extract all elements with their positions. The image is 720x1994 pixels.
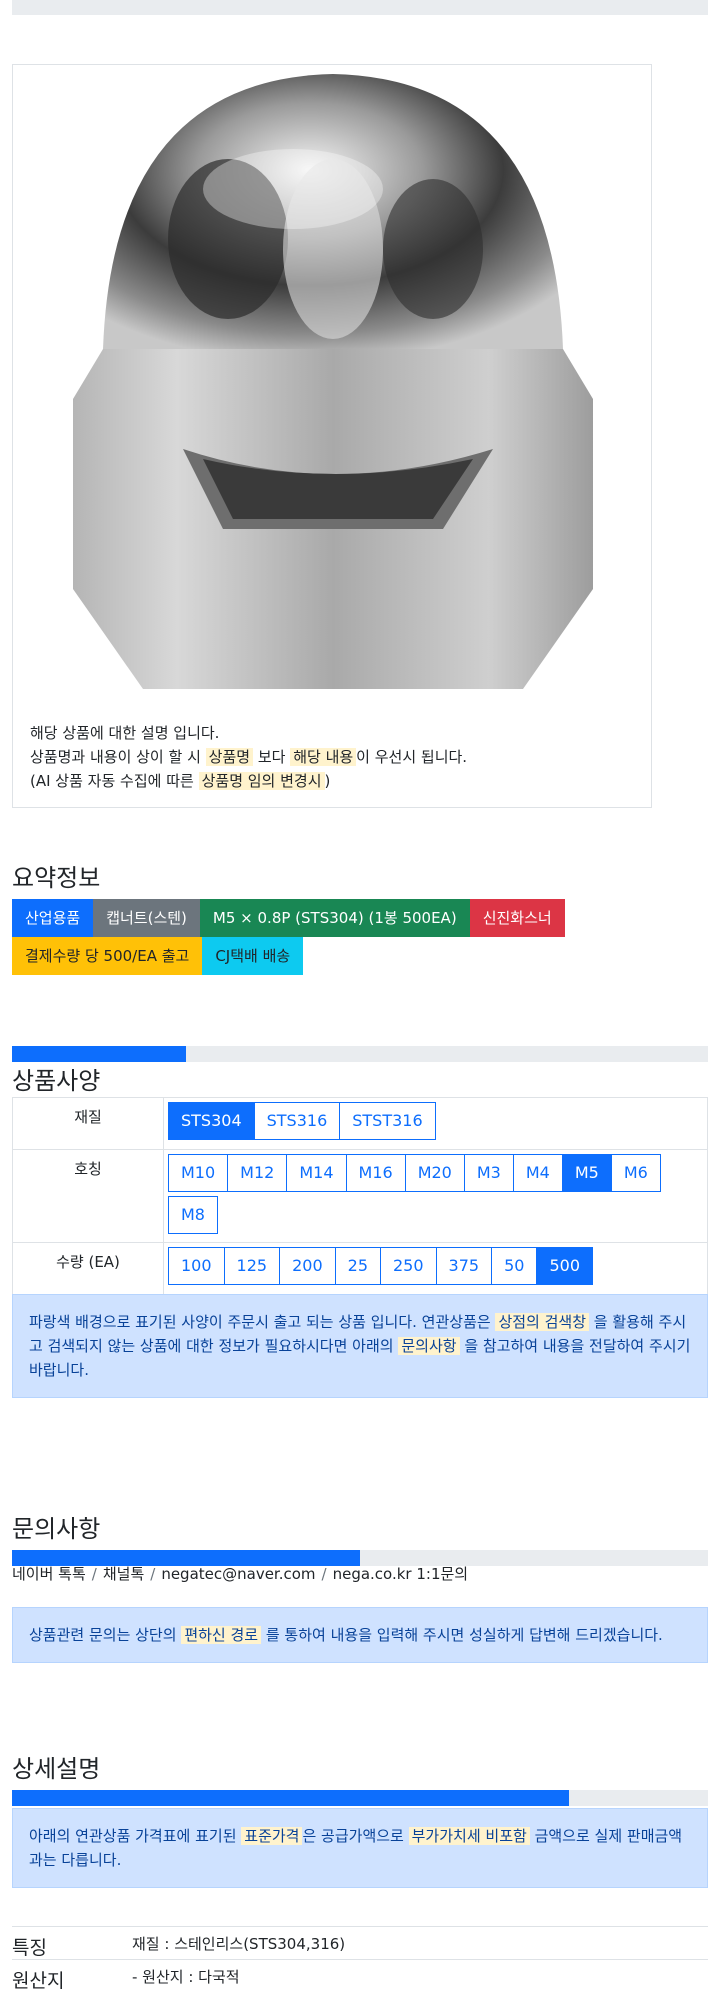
inquiry-notice-text: 상품관련 문의는 상단의 bbox=[29, 1626, 182, 1644]
feature-row: 원산지 - 원산지 : 다국적 bbox=[12, 1959, 708, 1992]
spec-options-size: M10 M12 M14 M16 M20 M3 M4 M5 M6 M8 bbox=[163, 1149, 708, 1243]
option-m20[interactable]: M20 bbox=[404, 1154, 465, 1192]
option-m3[interactable]: M3 bbox=[463, 1154, 514, 1192]
desc-line-3-text: (AI 상품 자동 수집에 따른 bbox=[30, 772, 199, 790]
desc-highlight-name-change: 상품명 임의 변경시 bbox=[198, 772, 325, 790]
breadcrumb-separator: / bbox=[91, 1565, 97, 1583]
option-qty-250[interactable]: 250 bbox=[380, 1247, 437, 1285]
feature-value: 재질 : 스테인리스(STS304,316) bbox=[132, 1935, 346, 1953]
badge-subcategory: 캡너트(스텐) bbox=[93, 899, 200, 937]
detail-heading: 상세설명 bbox=[12, 1755, 101, 1783]
contact-email[interactable]: negatec@naver.com bbox=[161, 1565, 315, 1583]
spec-notice: 파랑색 배경으로 표기된 사양이 주문시 출고 되는 상품 입니다. 연관상품은… bbox=[12, 1294, 708, 1398]
detail-notice-text: 은 공급가액으로 bbox=[302, 1827, 409, 1845]
feature-key: 원산지 bbox=[12, 1970, 65, 1992]
option-qty-25[interactable]: 25 bbox=[334, 1247, 381, 1285]
badge-spec: M5 × 0.8P (STS304) (1봉 500EA) bbox=[199, 899, 470, 937]
spec-label-size: 호칭 bbox=[12, 1149, 164, 1243]
option-qty-375[interactable]: 375 bbox=[435, 1247, 493, 1285]
breadcrumb-separator: / bbox=[150, 1565, 156, 1583]
spec-row-quantity: 수량 (EA) 100 125 200 25 250 375 50 500 bbox=[12, 1242, 708, 1295]
spec-heading: 상품사양 bbox=[12, 1067, 101, 1095]
option-qty-125[interactable]: 125 bbox=[223, 1247, 281, 1285]
spec-notice-text: 파랑색 배경으로 표기된 사양이 주문시 출고 되는 상품 입니다. 연관상품은 bbox=[29, 1313, 496, 1331]
spec-notice-highlight-search: 상점의 검색창 bbox=[495, 1313, 590, 1331]
spec-progress-bar bbox=[12, 1046, 186, 1062]
option-m5[interactable]: M5 bbox=[561, 1154, 612, 1192]
breadcrumb-separator: / bbox=[321, 1565, 327, 1583]
contact-naver-talktalk[interactable]: 네이버 톡톡 bbox=[12, 1565, 86, 1583]
detail-notice: 아래의 연관상품 가격표에 표기된 표준가격 은 공급가액으로 부가가치세 비포함… bbox=[12, 1808, 708, 1888]
desc-line-2-text: 상품명과 내용이 상이 할 시 bbox=[30, 748, 206, 766]
feature-value: - 원산지 : 다국적 bbox=[132, 1968, 240, 1986]
option-sts316[interactable]: STS316 bbox=[253, 1102, 341, 1140]
spec-row-material: 재질 STS304 STS316 STST316 bbox=[12, 1097, 708, 1150]
product-image-cap-nut bbox=[73, 74, 593, 689]
spec-progress bbox=[12, 1046, 708, 1062]
option-m12[interactable]: M12 bbox=[227, 1154, 288, 1192]
contact-website-inquiry[interactable]: nega.co.kr 1:1문의 bbox=[333, 1565, 469, 1583]
option-qty-50[interactable]: 50 bbox=[491, 1247, 538, 1285]
option-sts304[interactable]: STS304 bbox=[168, 1102, 255, 1140]
option-m8[interactable]: M8 bbox=[168, 1196, 218, 1234]
feature-key: 특징 bbox=[12, 1937, 47, 1959]
contact-channel-talk[interactable]: 채널톡 bbox=[103, 1565, 144, 1583]
product-image-card: 해당 상품에 대한 설명 입니다. 상품명과 내용이 상이 할 시 상품명 보다… bbox=[12, 64, 652, 808]
desc-line-3-text: ) bbox=[324, 772, 331, 790]
inquiry-notice-highlight: 편하신 경로 bbox=[181, 1626, 262, 1644]
spec-label-quantity: 수량 (EA) bbox=[12, 1242, 164, 1295]
contact-links: 네이버 톡톡 / 채널톡 / negatec@naver.com / nega.co.kr … bbox=[12, 1563, 468, 1584]
spec-options-quantity: 100 125 200 25 250 375 50 500 bbox=[163, 1242, 708, 1295]
option-m10[interactable]: M10 bbox=[168, 1154, 229, 1192]
desc-line-2-text: 보다 bbox=[253, 748, 291, 766]
detail-progress bbox=[12, 1790, 708, 1806]
spec-row-size: 호칭 M10 M12 M14 M16 M20 M3 M4 M5 M6 M8 bbox=[12, 1149, 708, 1243]
detail-progress-bar bbox=[12, 1790, 569, 1806]
product-image-description: 해당 상품에 대한 설명 입니다. 상품명과 내용이 상이 할 시 상품명 보다… bbox=[30, 721, 467, 793]
desc-highlight-content: 해당 내용 bbox=[290, 748, 357, 766]
top-divider-bar bbox=[12, 0, 708, 15]
spec-label-material: 재질 bbox=[12, 1097, 164, 1150]
option-m14[interactable]: M14 bbox=[286, 1154, 347, 1192]
desc-highlight-product-name: 상품명 bbox=[205, 748, 254, 766]
inquiry-heading: 문의사항 bbox=[12, 1515, 101, 1543]
badge-quantity: 결제수량 당 500/EA 출고 bbox=[12, 937, 203, 975]
spec-notice-highlight-inquiry: 문의사항 bbox=[398, 1337, 460, 1355]
feature-row: 특징 재질 : 스테인리스(STS304,316) bbox=[12, 1926, 708, 1959]
option-qty-500[interactable]: 500 bbox=[536, 1247, 593, 1285]
badge-manufacturer: 신진화스너 bbox=[469, 899, 565, 937]
detail-notice-text: 아래의 연관상품 가격표에 표기된 bbox=[29, 1827, 242, 1845]
option-qty-100[interactable]: 100 bbox=[168, 1247, 225, 1285]
detail-notice-highlight-vat: 부가가치세 비포함 bbox=[408, 1827, 530, 1845]
inquiry-notice: 상품관련 문의는 상단의 편하신 경로 를 통하여 내용을 입력해 주시면 성실… bbox=[12, 1607, 708, 1663]
option-stst316[interactable]: STST316 bbox=[339, 1102, 436, 1140]
desc-line-1: 해당 상품에 대한 설명 입니다. bbox=[30, 724, 220, 742]
detail-notice-highlight-price: 표준가격 bbox=[241, 1827, 303, 1845]
spec-table: 재질 STS304 STS316 STST316 호칭 M10 M12 M14 M16 M2… bbox=[12, 1097, 708, 1295]
badge-shipping: CJ택배 배송 bbox=[202, 937, 304, 975]
spec-options-material: STS304 STS316 STST316 bbox=[163, 1097, 708, 1150]
desc-line-2-text: 이 우선시 됩니다. bbox=[356, 748, 468, 766]
inquiry-notice-text: 를 통하여 내용을 입력해 주시면 성실하게 답변해 드리겠습니다. bbox=[261, 1626, 663, 1644]
option-qty-200[interactable]: 200 bbox=[279, 1247, 336, 1285]
option-m4[interactable]: M4 bbox=[512, 1154, 563, 1192]
summary-badges: 산업용품 캡너트(스텐) M5 × 0.8P (STS304) (1봉 500E… bbox=[12, 899, 712, 975]
option-m16[interactable]: M16 bbox=[345, 1154, 406, 1192]
badge-category: 산업용품 bbox=[12, 899, 94, 937]
summary-heading: 요약정보 bbox=[12, 864, 101, 892]
option-m6[interactable]: M6 bbox=[610, 1154, 661, 1192]
